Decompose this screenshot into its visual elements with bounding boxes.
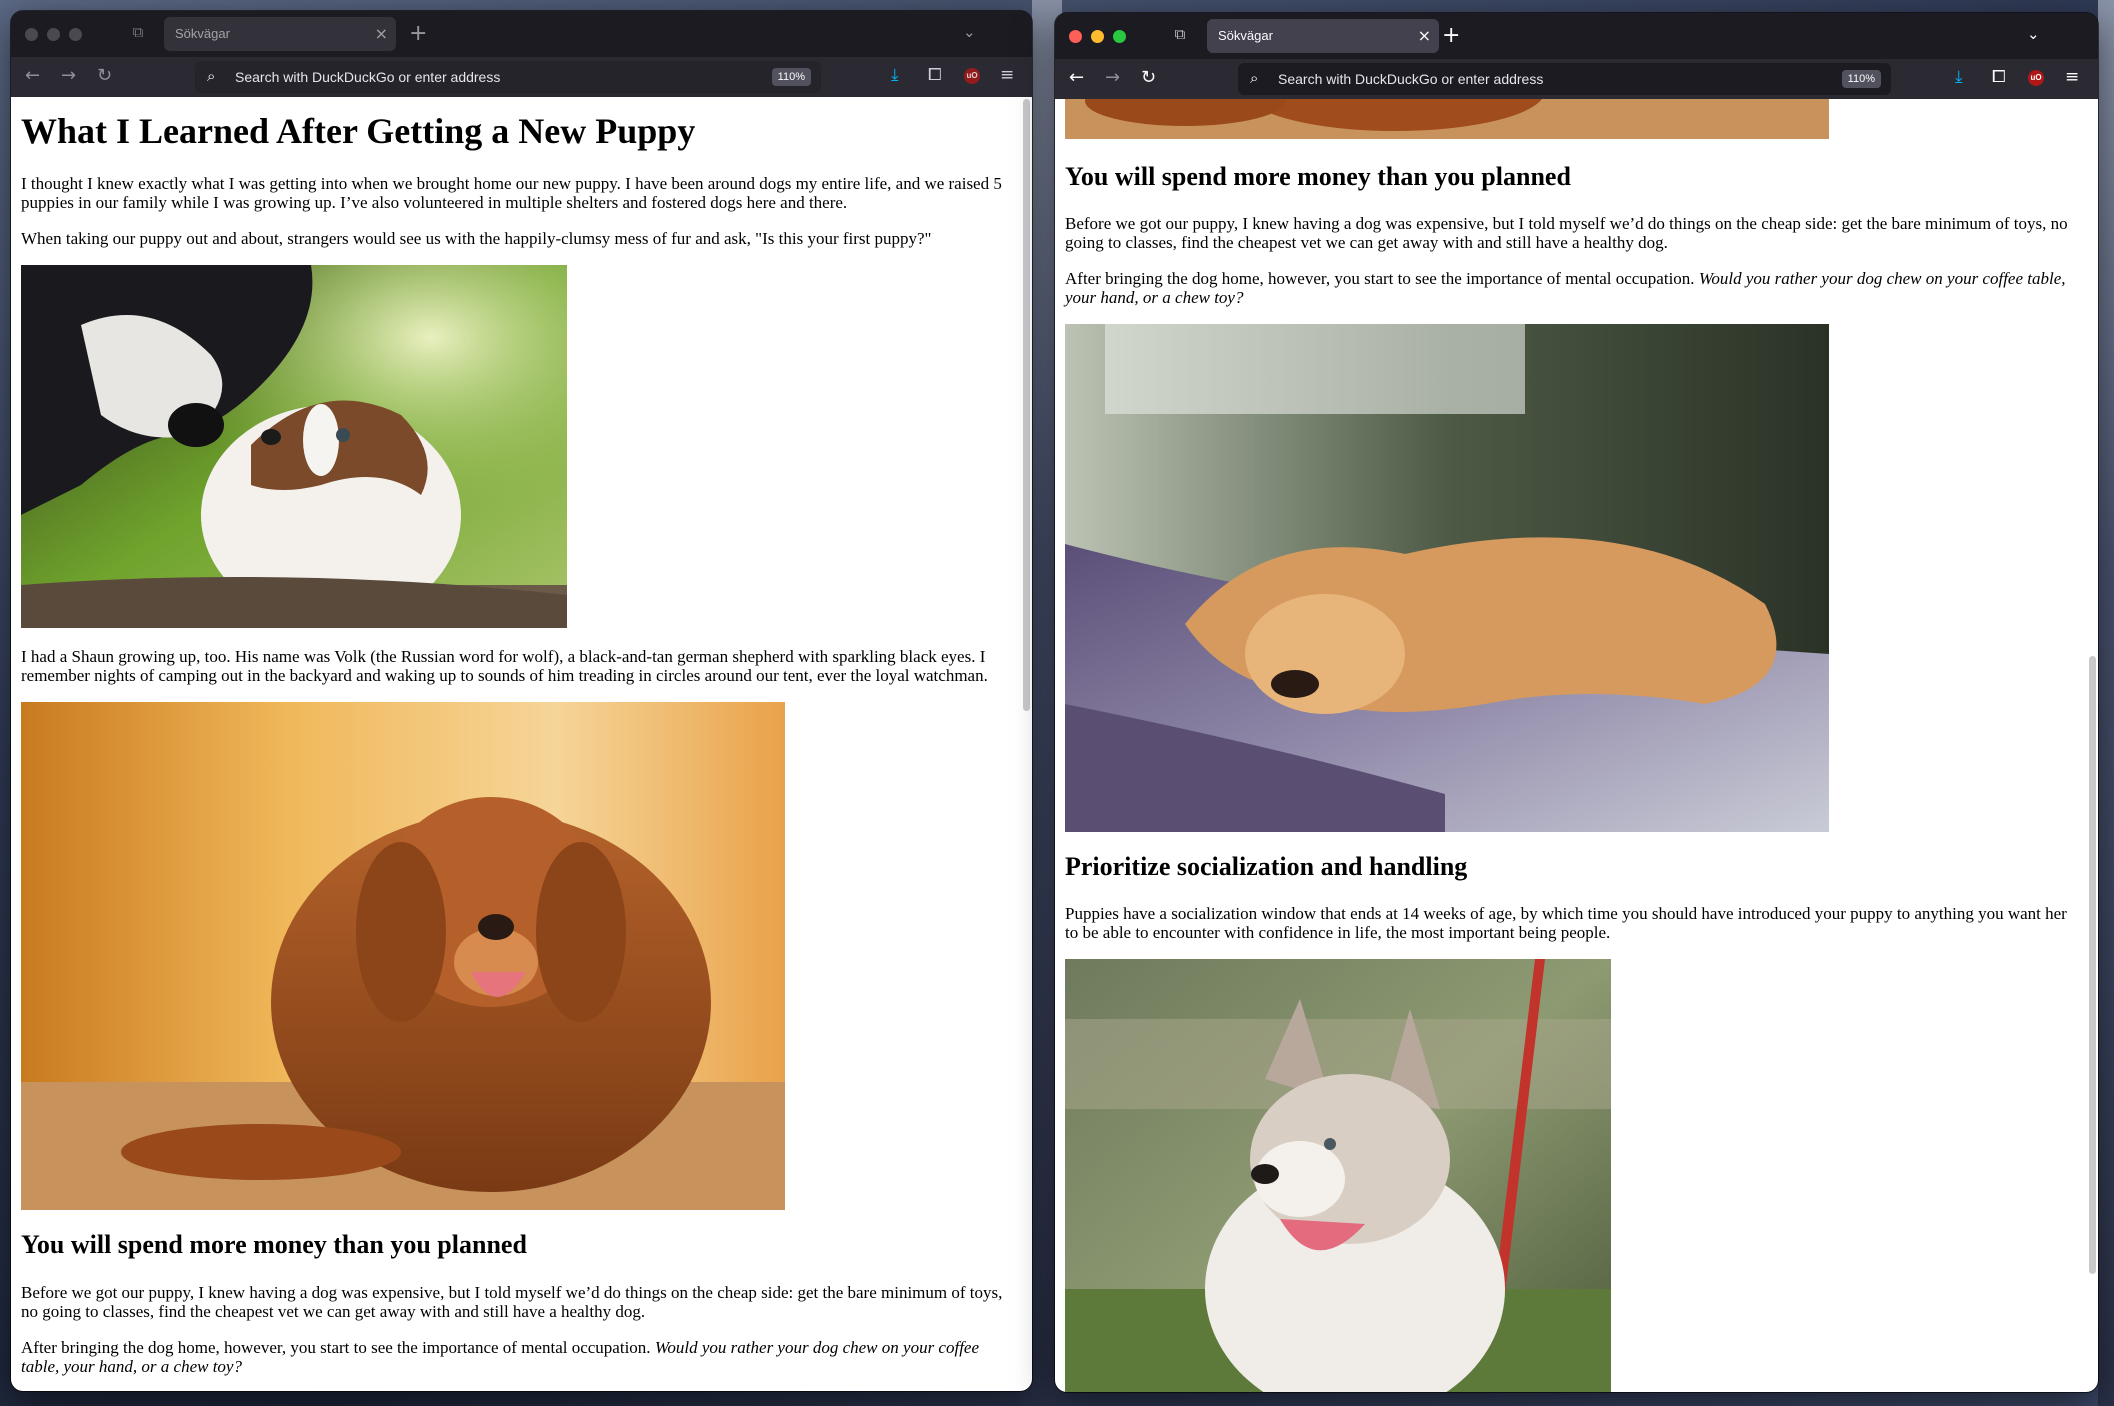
tab-overview-icon[interactable]: ⧉ <box>1170 25 1190 43</box>
page-content: You will spend more money than you plann… <box>1055 99 2098 1392</box>
close-icon[interactable]: × <box>375 24 388 43</box>
back-icon[interactable]: ← <box>25 65 40 86</box>
tab-sokvagar[interactable]: Sökvägar × <box>1207 19 1439 53</box>
page-content: What I Learned After Getting a New Puppy… <box>11 97 1032 1391</box>
zoom-level-badge[interactable]: 110% <box>771 68 811 86</box>
new-tab-button[interactable]: + <box>1442 23 1460 48</box>
zoom-window-button[interactable] <box>69 28 82 41</box>
minimize-window-button[interactable] <box>47 28 60 41</box>
tab-overview-icon[interactable]: ⧉ <box>128 23 148 41</box>
tab-sokvagar[interactable]: Sökvägar × <box>164 17 396 51</box>
forward-icon[interactable]: → <box>61 65 76 86</box>
zoom-window-button[interactable] <box>1113 30 1126 43</box>
search-input[interactable] <box>1278 69 1778 89</box>
search-input[interactable] <box>235 67 735 87</box>
browser-window-right: ⧉ Sökvägar × + ⌄ ← → ↻ ⌕ 110% ⤓ ⧠ uO ≡ Y… <box>1055 13 2098 1392</box>
heading-money: You will spend more money than you plann… <box>21 1230 527 1260</box>
menu-icon[interactable]: ≡ <box>2065 67 2079 87</box>
photo-husky-puppy <box>1065 959 1611 1392</box>
photo-puppy-and-adult-dog <box>21 265 567 629</box>
ublock-origin-icon[interactable]: uO <box>2028 70 2044 86</box>
forward-icon[interactable]: → <box>1105 67 1120 88</box>
article: You will spend more money than you plann… <box>1065 99 2076 1392</box>
download-icon[interactable]: ⤓ <box>891 65 899 85</box>
new-tab-button[interactable]: + <box>409 21 427 46</box>
scrollbar-thumb[interactable] <box>1023 99 1030 711</box>
paragraph-intro: I thought I knew exactly what I was gett… <box>21 174 1002 213</box>
tab-title: Sökvägar <box>175 26 230 41</box>
extensions-icon[interactable]: ⧠ <box>1992 67 2006 87</box>
extensions-icon[interactable]: ⧠ <box>928 65 942 85</box>
tab-bar: ⧉ Sökvägar × + ⌄ <box>1055 13 2098 59</box>
back-icon[interactable]: ← <box>1069 67 1084 88</box>
download-icon[interactable]: ⤓ <box>1955 67 1963 87</box>
photo-golden-retriever-cropped <box>1065 99 1829 139</box>
navigation-toolbar: ← → ↻ ⌕ 110% ⤓ ⧠ uO ≡ <box>11 57 1032 97</box>
reload-icon[interactable]: ↻ <box>1141 67 1156 88</box>
close-window-button[interactable] <box>25 28 38 41</box>
paragraph-strangers: When taking our puppy out and about, str… <box>21 229 932 249</box>
window-controls <box>25 28 82 41</box>
photo-sleeping-puppy <box>1065 324 1829 833</box>
zoom-level-badge[interactable]: 110% <box>1841 70 1881 88</box>
paragraph-money-1: Before we got our puppy, I knew having a… <box>1065 214 2068 253</box>
minimize-window-button[interactable] <box>1091 30 1104 43</box>
heading-socialization: Prioritize socialization and handling <box>1065 852 1468 882</box>
paragraph-money-2: After bringing the dog home, however, yo… <box>21 1338 1010 1376</box>
photo-golden-retriever <box>21 702 785 1211</box>
paragraph-volk: I had a Shaun growing up, too. His name … <box>21 647 988 686</box>
close-window-button[interactable] <box>1069 30 1082 43</box>
tab-bar: ⧉ Sökvägar × + ⌄ <box>11 11 1032 57</box>
address-bar[interactable]: ⌕ 110% <box>195 61 821 93</box>
search-icon: ⌕ <box>1250 69 1259 87</box>
close-icon[interactable]: × <box>1418 26 1431 45</box>
search-icon: ⌕ <box>207 67 216 85</box>
ublock-origin-icon[interactable]: uO <box>964 68 980 84</box>
chevron-down-icon[interactable]: ⌄ <box>963 23 976 41</box>
paragraph-money-2: After bringing the dog home, however, yo… <box>1065 269 2076 307</box>
reload-icon[interactable]: ↻ <box>97 65 112 86</box>
article-title: What I Learned After Getting a New Puppy <box>21 111 696 151</box>
paragraph-socialization: Puppies have a socialization window that… <box>1065 904 2067 943</box>
scrollbar-thumb[interactable] <box>2089 656 2096 1274</box>
navigation-toolbar: ← → ↻ ⌕ 110% ⤓ ⧠ uO ≡ <box>1055 59 2098 99</box>
article: What I Learned After Getting a New Puppy… <box>21 111 1010 1391</box>
heading-money: You will spend more money than you plann… <box>1065 162 1571 191</box>
window-controls <box>1069 30 1126 43</box>
paragraph-money-2-text: After bringing the dog home, however, yo… <box>21 1337 655 1357</box>
paragraph-money-2-text: After bringing the dog home, however, yo… <box>1065 269 1699 289</box>
tab-title: Sökvägar <box>1218 28 1273 43</box>
paragraph-money-1: Before we got our puppy, I knew having a… <box>21 1282 1003 1321</box>
chevron-down-icon[interactable]: ⌄ <box>2027 25 2040 43</box>
browser-window-left: ⧉ Sökvägar × + ⌄ ← → ↻ ⌕ 110% ⤓ ⧠ uO ≡ W… <box>11 11 1032 1391</box>
menu-icon[interactable]: ≡ <box>1000 65 1014 85</box>
address-bar[interactable]: ⌕ 110% <box>1238 63 1891 95</box>
